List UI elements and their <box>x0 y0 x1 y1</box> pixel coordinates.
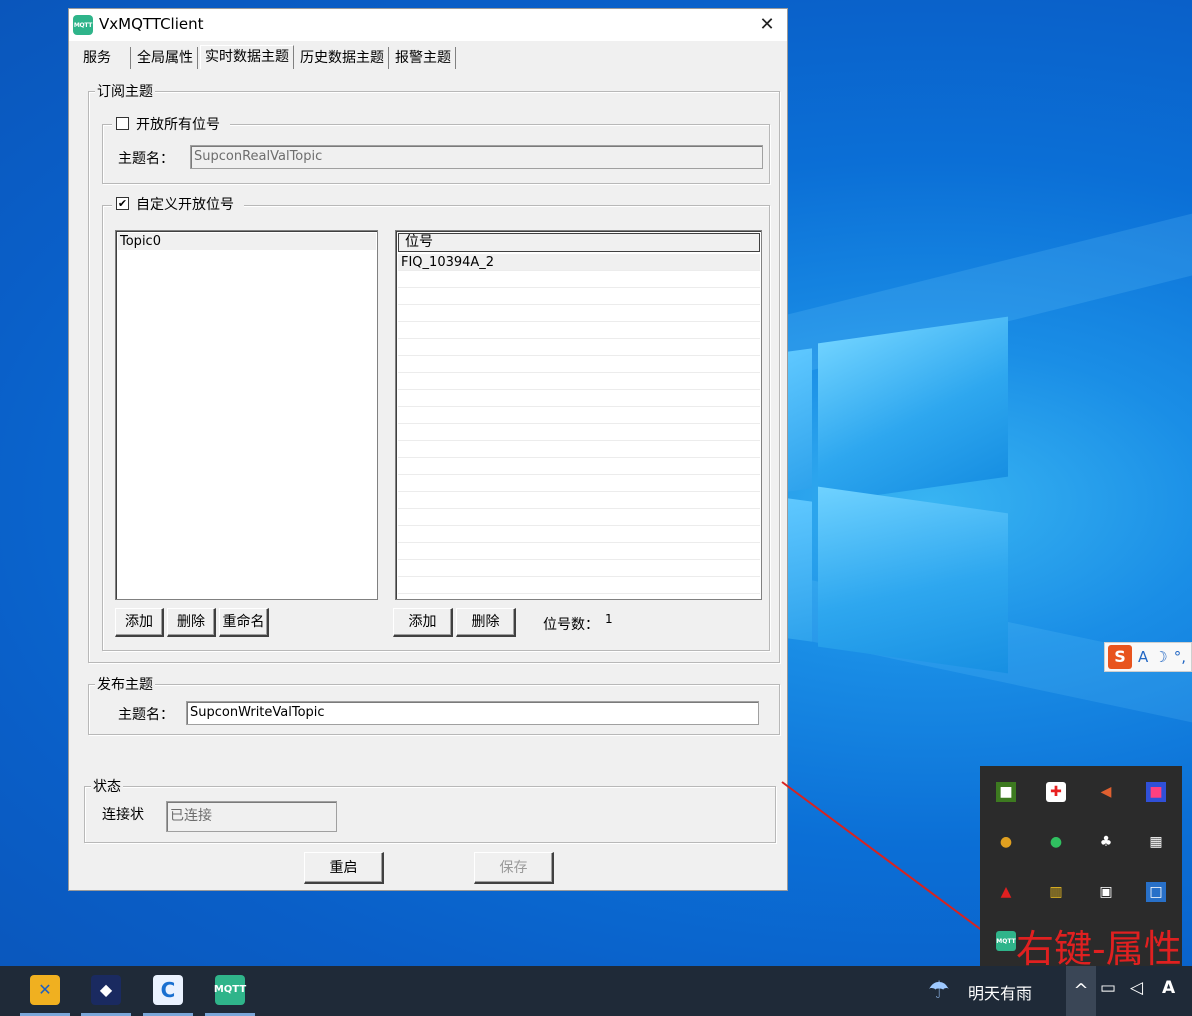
topic-list[interactable]: Topic0 <box>115 230 378 600</box>
keyboard-icon[interactable]: ▦ <box>1146 832 1166 852</box>
mqtt-app-icon: MQTT <box>73 15 93 35</box>
delete-tag-button[interactable]: 删除 <box>456 608 516 637</box>
weather-text[interactable]: 明天有雨 <box>968 980 1032 1004</box>
colored-bars-icon[interactable]: ▥ <box>1046 882 1066 902</box>
tab-history-topic[interactable]: 历史数据主题 <box>296 47 389 69</box>
tab-alarm-topic[interactable]: 报警主题 <box>391 47 456 69</box>
tag-row-empty <box>398 526 760 543</box>
intel-icon[interactable]: □ <box>1146 882 1166 902</box>
add-tag-button[interactable]: 添加 <box>393 608 453 637</box>
red-app-icon[interactable]: ▲ <box>996 882 1016 902</box>
remote-icon[interactable]: ● <box>996 832 1016 852</box>
tag-row-empty <box>398 458 760 475</box>
windows-logo-pane <box>818 486 1008 674</box>
tag-row-empty <box>398 356 760 373</box>
close-button[interactable]: ✕ <box>755 13 779 37</box>
taskbar: ✕ ◆ C MQTT ☂ 明天有雨 ^ ▭ ◁ A <box>0 966 1192 1016</box>
status-group-title: 状态 <box>91 776 123 796</box>
publish-topic-label: 主题名： <box>118 707 174 723</box>
cube-app-icon: ◆ <box>91 974 121 1005</box>
umbrella-rain-icon[interactable]: ☂ <box>928 976 950 1004</box>
right-click-properties-hint: 右键-属性 <box>1016 927 1182 971</box>
ime-punctuation-icon[interactable]: °, <box>1174 648 1186 666</box>
ime-mode-indicator[interactable]: A <box>1138 648 1148 666</box>
mqtt-taskbar-icon: MQTT <box>214 974 246 1005</box>
ime-toolbar[interactable]: S A ☽ °, <box>1104 642 1192 672</box>
tag-row-empty <box>398 339 760 356</box>
topic-list-item[interactable]: Topic0 <box>118 233 376 250</box>
security-shield-icon[interactable]: ✚ <box>1046 782 1066 802</box>
windows-logo-pane <box>788 348 812 492</box>
tag-row-empty <box>398 288 760 305</box>
tag-row-empty <box>398 305 760 322</box>
input-indicator[interactable]: A <box>1162 978 1175 998</box>
tab-global-properties[interactable]: 全局属性 <box>133 47 198 69</box>
tag-row-empty <box>398 492 760 509</box>
ime-moon-icon[interactable]: ☽ <box>1154 648 1167 666</box>
custom-tags-label: 自定义开放位号 <box>136 197 234 213</box>
subscribe-group-title: 订阅主题 <box>95 81 155 101</box>
tag-row-empty <box>398 441 760 458</box>
volume-muted-icon[interactable]: ◀ <box>1096 782 1116 802</box>
save-button[interactable]: 保存 <box>474 852 554 884</box>
mqtt-icon[interactable]: MQTT <box>996 931 1016 951</box>
c-app-icon: C <box>153 974 183 1005</box>
sogou-logo-icon[interactable]: S <box>1108 645 1132 669</box>
taskbar-app-cube[interactable]: ◆ <box>81 966 131 1016</box>
network-monitor-icon[interactable]: ▣ <box>1096 882 1116 902</box>
speaker-icon[interactable]: ◁ <box>1130 978 1143 998</box>
tab-realtime-topic[interactable]: 实时数据主题 <box>200 45 294 69</box>
tag-row-empty <box>398 390 760 407</box>
tab-service[interactable]: 服务 <box>79 47 131 69</box>
connection-status-label: 连接状 <box>102 807 144 823</box>
red-arrow-annotation <box>781 781 996 941</box>
network-icon[interactable]: ▭ <box>1100 978 1116 998</box>
taskbar-app-mqtt[interactable]: MQTT <box>205 966 255 1016</box>
tag-row-empty <box>398 560 760 577</box>
tab-strip: 服务 全局属性 实时数据主题 历史数据主题 报警主题 <box>79 45 458 69</box>
tag-row-empty <box>398 271 760 288</box>
app-square-icon[interactable]: ■ <box>1146 782 1166 802</box>
tag-row-empty <box>398 424 760 441</box>
tag-row-empty <box>398 373 760 390</box>
tag-count-value: 1 <box>605 612 613 626</box>
windows-logo-pane <box>788 498 812 642</box>
tag-list[interactable]: 位号 FIQ_10394A_2 <box>395 230 762 600</box>
taskbar-app-c[interactable]: C <box>143 966 193 1016</box>
subscribe-topic-label: 主题名： <box>118 151 174 167</box>
publish-topic-field[interactable]: SupconWriteValTopic <box>186 701 759 725</box>
tag-row[interactable]: FIQ_10394A_2 <box>398 254 760 271</box>
title-bar[interactable]: MQTT VxMQTTClient ✕ <box>69 9 787 41</box>
tag-row-empty <box>398 322 760 339</box>
globe-icon[interactable]: ● <box>1046 832 1066 852</box>
open-all-checkbox[interactable] <box>116 117 129 130</box>
show-hidden-icons-button[interactable]: ^ <box>1066 966 1096 1016</box>
windows-logo-pane <box>818 316 1008 504</box>
open-all-label: 开放所有位号 <box>136 117 220 133</box>
rename-topic-button[interactable]: 重命名 <box>219 608 269 637</box>
delete-topic-button[interactable]: 删除 <box>167 608 216 637</box>
tools-app-icon: ✕ <box>30 974 60 1005</box>
taskbar-app-tools[interactable]: ✕ <box>20 966 70 1016</box>
restart-button[interactable]: 重启 <box>304 852 384 884</box>
subscribe-topic-field[interactable]: SupconRealValTopic <box>190 145 763 169</box>
network-tree-icon[interactable]: ♣ <box>1096 832 1116 852</box>
tag-row-empty <box>398 509 760 526</box>
tag-row-empty <box>398 543 760 560</box>
publish-group-title: 发布主题 <box>95 674 155 694</box>
add-topic-button[interactable]: 添加 <box>115 608 164 637</box>
tag-row-empty <box>398 475 760 492</box>
window-title: VxMQTTClient <box>99 15 204 33</box>
tag-column-header[interactable]: 位号 <box>398 233 760 252</box>
custom-tags-checkbox[interactable]: ✔ <box>116 197 129 210</box>
close-icon: ✕ <box>759 14 775 35</box>
tag-row-empty <box>398 577 760 594</box>
nvidia-icon[interactable]: ■ <box>996 782 1016 802</box>
tag-count-label: 位号数： <box>543 617 599 633</box>
connection-status-field: 已连接 <box>166 801 337 832</box>
vxmqttclient-window: MQTT VxMQTTClient ✕ 服务 全局属性 实时数据主题 历史数据主… <box>68 8 788 891</box>
tag-row-empty <box>398 407 760 424</box>
